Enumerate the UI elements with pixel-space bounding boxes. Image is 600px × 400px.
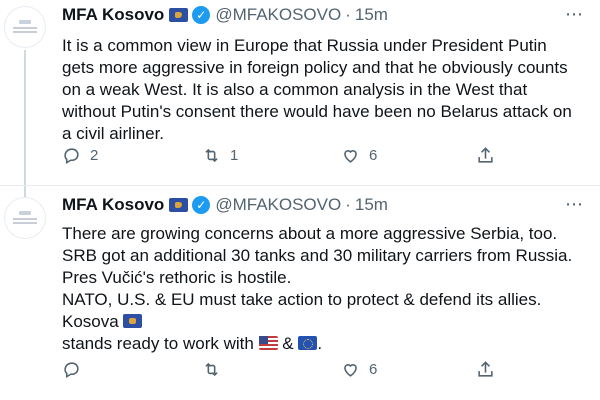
reply-icon bbox=[64, 148, 79, 165]
tweet-header: MFA Kosovo ✓ @MFAKOSOVO · 15m bbox=[62, 5, 388, 25]
user-handle[interactable]: @MFAKOSOVO bbox=[215, 5, 341, 25]
seal-icon bbox=[19, 211, 31, 215]
like-count: 6 bbox=[369, 361, 378, 378]
share-button[interactable] bbox=[476, 360, 495, 379]
retweet-count: 1 bbox=[230, 147, 239, 164]
user-handle[interactable]: @MFAKOSOVO bbox=[215, 195, 341, 215]
share-icon bbox=[478, 361, 493, 377]
reply-count: 2 bbox=[90, 147, 99, 164]
reply-icon bbox=[64, 362, 79, 379]
retweet-button[interactable] bbox=[202, 360, 230, 379]
kosovo-flag-icon bbox=[169, 198, 189, 212]
share-button[interactable] bbox=[476, 146, 495, 165]
seal-icon bbox=[19, 20, 31, 24]
like-icon bbox=[344, 364, 357, 377]
more-icon[interactable]: ⋯ bbox=[565, 194, 584, 215]
verified-icon: ✓ bbox=[192, 6, 211, 24]
separator: · bbox=[345, 195, 351, 214]
display-name[interactable]: MFA Kosovo bbox=[62, 5, 164, 25]
avatar-text-line bbox=[13, 218, 37, 220]
divider bbox=[0, 185, 600, 186]
eu-flag-icon bbox=[298, 336, 318, 350]
avatar[interactable] bbox=[4, 6, 46, 48]
tweet-actions: 2 1 6 bbox=[62, 146, 502, 166]
reply-button[interactable] bbox=[62, 360, 90, 379]
tweet-text-part3: stands ready to work with bbox=[62, 334, 254, 353]
thread-line bbox=[24, 50, 26, 200]
verified-icon: ✓ bbox=[192, 196, 211, 214]
like-count: 6 bbox=[369, 147, 378, 164]
retweet-icon bbox=[205, 148, 218, 163]
timestamp[interactable]: 15m bbox=[355, 5, 388, 25]
timestamp[interactable]: 15m bbox=[355, 195, 388, 215]
avatar-text-line bbox=[13, 27, 37, 29]
tweet-text: There are growing concerns about a more … bbox=[62, 223, 582, 355]
display-name[interactable]: MFA Kosovo bbox=[62, 195, 164, 215]
like-button[interactable]: 6 bbox=[341, 360, 377, 379]
kosovo-flag-icon bbox=[123, 314, 143, 328]
separator: · bbox=[345, 5, 351, 24]
reply-button[interactable]: 2 bbox=[62, 146, 98, 165]
tweet-text-end: . bbox=[317, 334, 323, 353]
tweet-text-part1: There are growing concerns about a more … bbox=[62, 224, 573, 287]
tweet-text-amp: & bbox=[282, 334, 294, 353]
tweet-actions: 6 bbox=[62, 360, 502, 380]
us-flag-icon bbox=[258, 336, 278, 350]
avatar[interactable] bbox=[4, 197, 46, 239]
avatar-text-line bbox=[13, 31, 37, 33]
like-icon bbox=[344, 150, 357, 163]
like-button[interactable]: 6 bbox=[341, 146, 377, 165]
tweet[interactable]: MFA Kosovo ✓ @MFAKOSOVO · 15m ⋯ It is a … bbox=[0, 0, 600, 200]
more-icon[interactable]: ⋯ bbox=[565, 4, 584, 25]
share-icon bbox=[478, 147, 493, 163]
tweet-text: It is a common view in Europe that Russi… bbox=[62, 36, 572, 143]
avatar-text-line bbox=[13, 222, 37, 224]
retweet-button[interactable]: 1 bbox=[202, 146, 238, 165]
tweet-header: MFA Kosovo ✓ @MFAKOSOVO · 15m bbox=[62, 195, 388, 215]
kosovo-flag-icon bbox=[169, 8, 189, 22]
retweet-icon bbox=[205, 362, 218, 377]
